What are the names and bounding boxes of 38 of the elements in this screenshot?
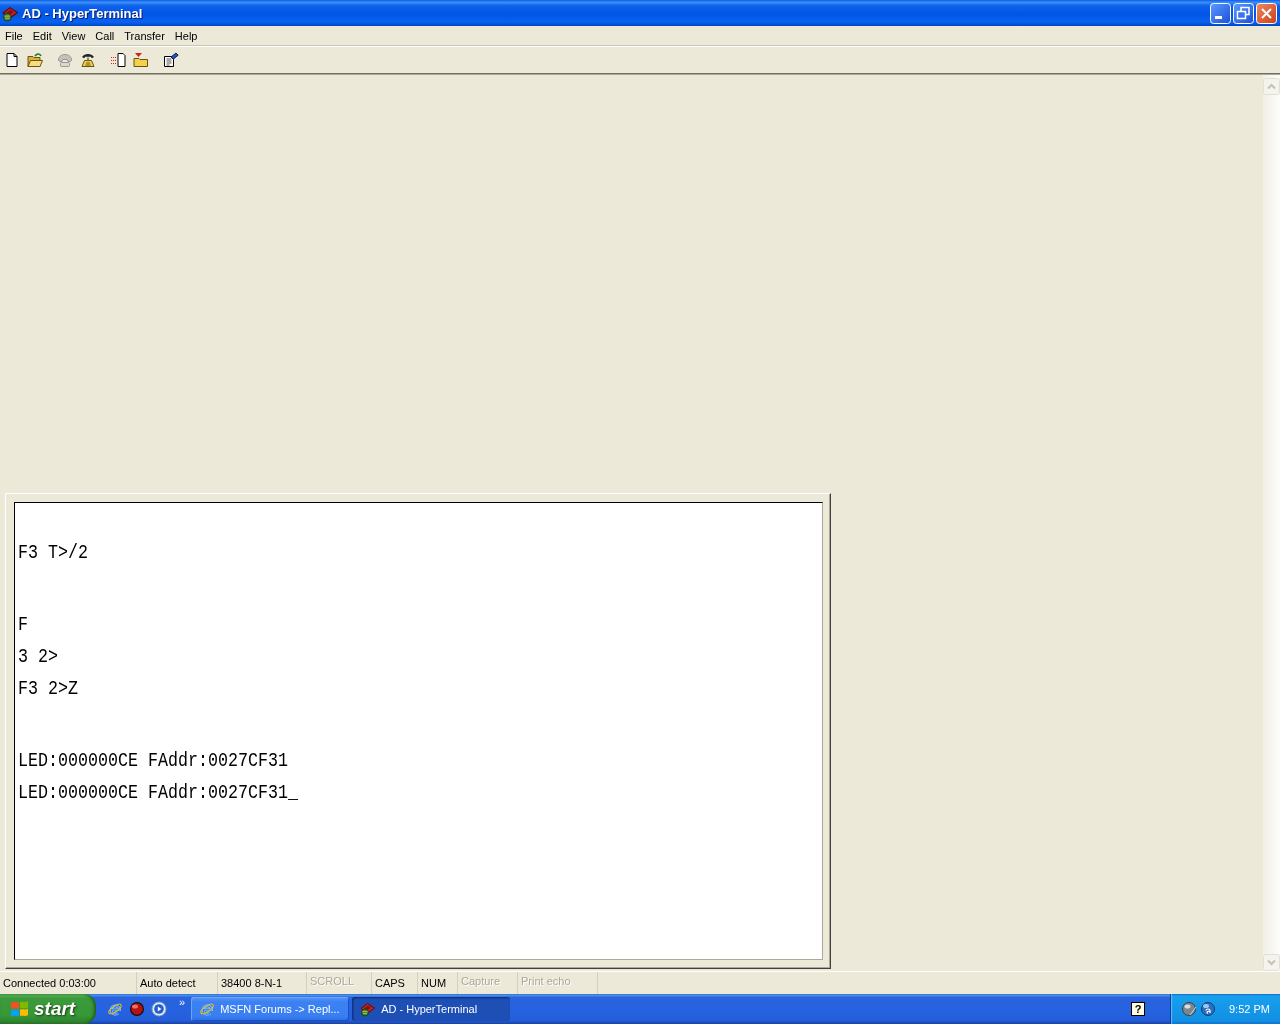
terminal-line: 3 2> (18, 645, 58, 669)
menu-item[interactable]: Help (169, 29, 203, 43)
play-icon[interactable] (151, 1001, 167, 1017)
terminal-line: LED:000000CE FAddr:0027CF31_ (18, 781, 298, 805)
receive-folder-icon[interactable] (133, 51, 149, 68)
terminal-line: LED:000000CE FAddr:0027CF31 (18, 749, 288, 773)
taskbar-button[interactable]: AD - HyperTerminal (352, 997, 511, 1021)
terminal-screen[interactable]: F3 T>/2 F 3 2> F3 2>Z LED:000000CE FAddr:0027CF31 LED:000000CE FAddr:0027CF31_ (14, 502, 823, 960)
ball-icon[interactable] (129, 1001, 145, 1017)
send-file-icon[interactable] (110, 51, 126, 68)
new-document-icon[interactable] (4, 51, 20, 68)
restore-button[interactable] (1233, 2, 1254, 24)
terminal-line: F3 T>/2 (18, 541, 88, 565)
window-title: AD - HyperTerminal (22, 5, 144, 21)
overflow-chevron[interactable]: » (179, 996, 186, 1008)
help-icon[interactable]: ? (1131, 1002, 1145, 1016)
phone-icon (2, 4, 19, 22)
phone-icon (360, 1001, 377, 1017)
menu-item[interactable]: Edit (27, 29, 57, 43)
browser-icon (199, 1001, 216, 1017)
menu-item[interactable]: Transfer (119, 29, 170, 43)
menu-item[interactable]: File (0, 29, 28, 43)
terminal-line: F3 2>Z (18, 677, 78, 701)
close-button[interactable] (1256, 2, 1277, 24)
properties-icon[interactable] (163, 51, 179, 68)
folder-icon[interactable] (27, 51, 43, 68)
menu-item[interactable]: View (56, 29, 91, 43)
sphere-icon[interactable] (1181, 1001, 1197, 1017)
flag-icon (9, 999, 30, 1019)
browser-icon[interactable] (107, 1001, 123, 1017)
menu-item[interactable]: Call (90, 29, 120, 43)
minimize-button[interactable] (1210, 2, 1231, 24)
desk-phone-icon[interactable] (80, 51, 96, 68)
start-button[interactable]: start (0, 994, 96, 1024)
taskbar-button[interactable]: MSFN Forums -> Repl... (191, 997, 350, 1021)
globe-icon[interactable] (1200, 1001, 1216, 1017)
clock: 9:52 PM (1229, 1003, 1270, 1015)
terminal-line: F (18, 613, 28, 637)
